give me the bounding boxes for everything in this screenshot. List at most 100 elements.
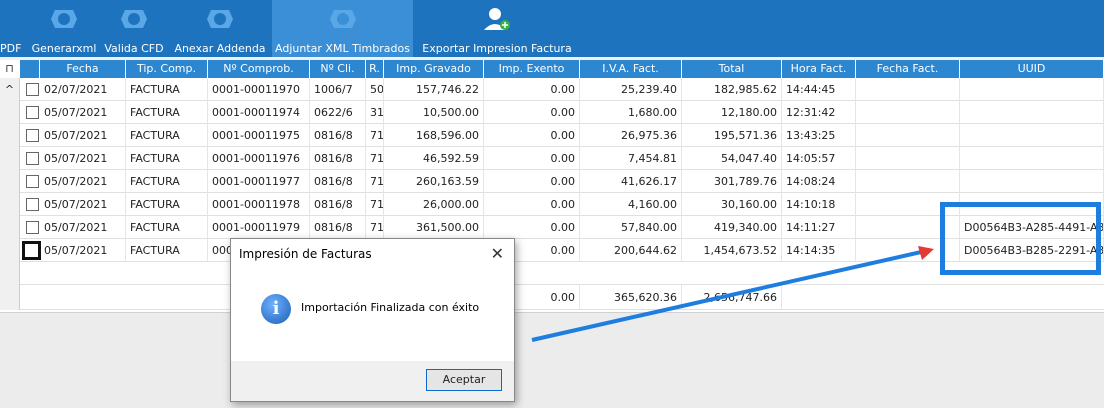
- table-cell: 0622/6: [310, 101, 366, 124]
- table-row[interactable]: 05/07/2021 FACTURA 000 0.00 200,644.62 1,454,…: [0, 239, 1104, 262]
- table-cell: 14:14:35: [782, 239, 856, 262]
- gear-icon: [207, 10, 233, 28]
- table-cell: 0001-00011976: [208, 147, 310, 170]
- pdf-button[interactable]: PDF: [0, 0, 24, 57]
- table-cell: 711: [366, 193, 384, 216]
- table-cell: 0816/8: [310, 216, 366, 239]
- generarxml-button[interactable]: Generarxml: [28, 0, 100, 57]
- uuid-highlight-box: [940, 202, 1101, 275]
- col-num-comprob[interactable]: Nº Comprob.: [208, 60, 310, 78]
- table-row[interactable]: 05/07/2021FACTURA0001-000119770816/87112…: [0, 170, 1104, 193]
- table-cell: [960, 78, 1104, 101]
- col-uuid[interactable]: UUID: [960, 60, 1104, 78]
- table-cell: 1,680.00: [580, 101, 682, 124]
- table-cell: 46,592.59: [384, 147, 484, 170]
- table-cell: 419,340.00: [682, 216, 782, 239]
- table-cell: [960, 147, 1104, 170]
- row-checkbox[interactable]: [26, 198, 39, 211]
- table-cell: FACTURA: [126, 193, 208, 216]
- table-cell: [960, 124, 1104, 147]
- table-cell: 05/07/2021: [40, 170, 126, 193]
- table-cell: 711: [366, 170, 384, 193]
- row-indicator: [0, 216, 20, 239]
- row-indicator: [0, 193, 20, 216]
- row-indicator: [0, 101, 20, 124]
- table-cell: 0.00: [484, 216, 580, 239]
- aceptar-button[interactable]: Aceptar: [426, 369, 502, 391]
- table-cell: [960, 170, 1104, 193]
- table-cell: [960, 101, 1104, 124]
- table-cell: 5013: [366, 78, 384, 101]
- print-dialog: Impresión de Facturas ✕ i Importación Fi…: [230, 238, 515, 402]
- total-iva: 365,620.36: [580, 285, 682, 310]
- anexar-addenda-label: Anexar Addenda: [174, 42, 266, 55]
- col-fecha[interactable]: Fecha: [40, 60, 126, 78]
- pin-icon[interactable]: ⊓: [0, 60, 20, 78]
- row-checkbox[interactable]: [26, 152, 39, 165]
- col-iva-fact[interactable]: I.V.A. Fact.: [580, 60, 682, 78]
- table-cell: FACTURA: [126, 216, 208, 239]
- totals-row: 0.00 365,620.36 2,656,747.66: [0, 285, 1104, 310]
- table-cell: 57,840.00: [580, 216, 682, 239]
- col-num-cli[interactable]: Nº Cli.: [310, 60, 366, 78]
- table-cell: 168,596.00: [384, 124, 484, 147]
- table-cell: 14:10:18: [782, 193, 856, 216]
- row-checkbox[interactable]: [22, 241, 41, 260]
- table-cell: 0001-00011970: [208, 78, 310, 101]
- exportar-impresion-button[interactable]: Exportar Impresion Factura: [416, 0, 578, 57]
- table-cell: 30,160.00: [682, 193, 782, 216]
- table-cell: 0816/8: [310, 193, 366, 216]
- table-cell: 02/07/2021: [40, 78, 126, 101]
- col-total[interactable]: Total: [682, 60, 782, 78]
- col-tip-comp[interactable]: Tip. Comp.: [126, 60, 208, 78]
- table-cell: 0.00: [484, 193, 580, 216]
- row-indicator: [0, 147, 20, 170]
- table-cell: 361,500.00: [384, 216, 484, 239]
- table-cell: 0816/8: [310, 147, 366, 170]
- col-imp-exento[interactable]: Imp. Exento: [484, 60, 580, 78]
- table-row[interactable]: 05/07/2021FACTURA0001-000119750816/87111…: [0, 124, 1104, 147]
- table-row[interactable]: 05/07/2021FACTURA0001-000119780816/87112…: [0, 193, 1104, 216]
- row-indicator: [0, 239, 20, 262]
- table-cell: 05/07/2021: [40, 124, 126, 147]
- anexar-addenda-button[interactable]: Anexar Addenda: [170, 0, 270, 57]
- table-cell: 05/07/2021: [40, 239, 126, 262]
- table-cell: 195,571.36: [682, 124, 782, 147]
- table-cell: 200,644.62: [580, 239, 682, 262]
- table-cell: 711: [366, 124, 384, 147]
- table-cell: 711: [366, 147, 384, 170]
- table-row[interactable]: 05/07/2021FACTURA0001-000119740622/63120…: [0, 101, 1104, 124]
- gear-icon: [329, 10, 356, 28]
- table-cell: 1006/7: [310, 78, 366, 101]
- col-fecha-fact[interactable]: Fecha Fact.: [856, 60, 960, 78]
- row-checkbox[interactable]: [26, 175, 39, 188]
- table-row[interactable]: 05/07/2021FACTURA0001-000119760816/87114…: [0, 147, 1104, 170]
- table-cell: 05/07/2021: [40, 216, 126, 239]
- col-r[interactable]: R.: [366, 60, 384, 78]
- table-cell: 0001-00011977: [208, 170, 310, 193]
- row-checkbox[interactable]: [26, 83, 39, 96]
- table-row[interactable]: 05/07/2021FACTURA0001-000119790816/87113…: [0, 216, 1104, 239]
- close-icon[interactable]: ✕: [491, 244, 504, 263]
- invoice-grid: ⊓ Fecha Tip. Comp. Nº Comprob. Nº Cli. R…: [0, 60, 1104, 312]
- table-cell: 10,500.00: [384, 101, 484, 124]
- row-checkbox[interactable]: [26, 129, 39, 142]
- table-cell: 260,163.59: [384, 170, 484, 193]
- table-cell: 182,985.62: [682, 78, 782, 101]
- table-row[interactable]: ^ 02/07/2021 FACTURA 0001-00011970 1006/7 50 1…: [0, 78, 1104, 101]
- row-checkbox[interactable]: [26, 221, 39, 234]
- row-checkbox[interactable]: [26, 106, 39, 119]
- adjuntar-xml-timbrados-button[interactable]: Adjuntar XML Timbrados: [272, 0, 413, 57]
- row-indicator: [0, 170, 20, 193]
- select-column-header: [20, 60, 40, 78]
- table-cell: FACTURA: [126, 170, 208, 193]
- gear-icon: [51, 10, 77, 28]
- table-cell: 41,626.17: [580, 170, 682, 193]
- table-cell: 0001-00011974: [208, 101, 310, 124]
- valida-cfd-button[interactable]: Valida CFD: [100, 0, 168, 57]
- table-cell: FACTURA: [126, 78, 208, 101]
- col-imp-gravado[interactable]: Imp. Gravado: [384, 60, 484, 78]
- col-hora-fact[interactable]: Hora Fact.: [782, 60, 856, 78]
- table-cell: 0.00: [484, 78, 580, 101]
- table-cell: 14:11:27: [782, 216, 856, 239]
